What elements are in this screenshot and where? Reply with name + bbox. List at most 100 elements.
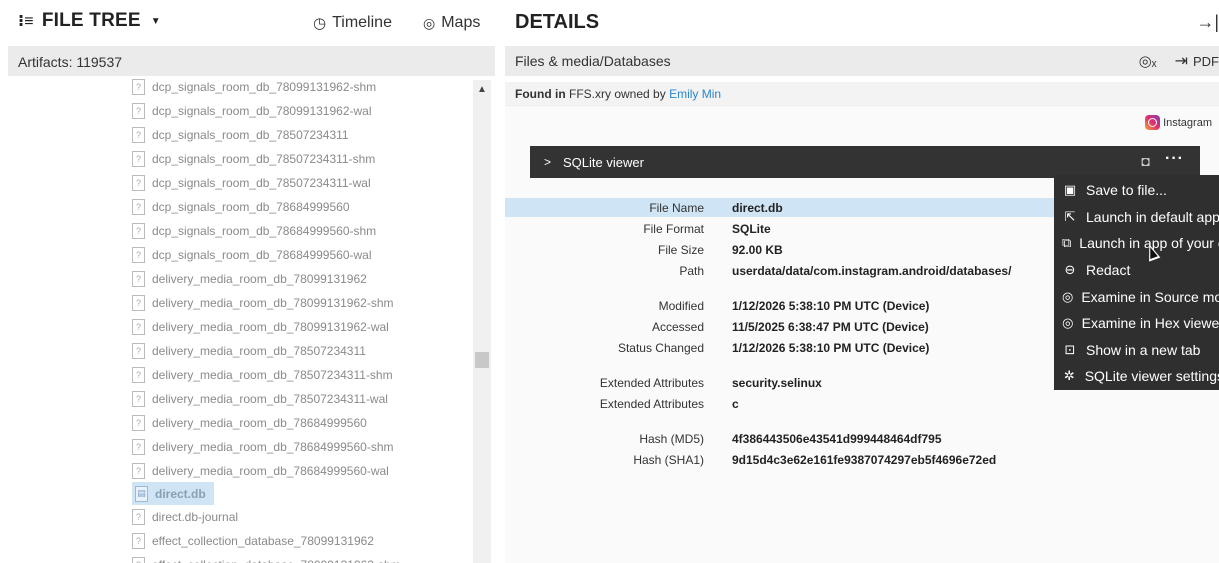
breadcrumb: Files & media/Databases ◎ₓ ⇥ PDF bbox=[505, 46, 1219, 76]
property-key: Hash (SHA1) bbox=[633, 452, 704, 467]
tree-item[interactable]: ? dcp_signals_room_db_78507234311-shm bbox=[132, 148, 375, 170]
file-unknown-icon: ? bbox=[132, 223, 145, 239]
found-in-label: Found in bbox=[515, 87, 566, 101]
property-key: File Size bbox=[657, 242, 704, 257]
tree-item[interactable]: ? delivery_media_room_db_78684999560-shm bbox=[132, 436, 394, 458]
file-unknown-icon: ? bbox=[132, 199, 145, 215]
chevron-right-icon[interactable]: > bbox=[544, 155, 551, 169]
property-key: File Format bbox=[643, 221, 704, 236]
property-value: direct.db bbox=[732, 200, 783, 215]
tree-item[interactable]: ? dcp_signals_room_db_78099131962-shm bbox=[132, 78, 376, 98]
tree-item[interactable]: ? delivery_media_room_db_78507234311-wal bbox=[132, 388, 388, 410]
property-row[interactable]: Hash (SHA1) 9d15d4c3e62e161fe9387074297eb… bbox=[505, 450, 1219, 469]
tree-item[interactable]: ?effect_collection_database_78099131962-… bbox=[132, 554, 401, 563]
owned-by-label: owned by bbox=[614, 87, 666, 101]
found-in-value: FFS.xry bbox=[569, 87, 611, 101]
tree-item[interactable]: ? dcp_signals_room_db_78684999560-wal bbox=[132, 244, 372, 266]
context-menu: ▣ Save to file... ⇱ Launch in default app … bbox=[1054, 175, 1219, 390]
pdf-label: PDF bbox=[1193, 53, 1219, 69]
artifacts-count: Artifacts: 119537 bbox=[8, 46, 495, 76]
file-unknown-icon: ? bbox=[132, 247, 145, 263]
clock-icon: ◷ bbox=[313, 15, 327, 32]
save-icon: ▣ bbox=[1063, 182, 1077, 197]
file-tree-pane: ⁝≡ FILE TREE ▼ ◷ Timeline ◎ Maps Artifac… bbox=[0, 0, 500, 563]
sqlite-viewer-title: SQLite viewer bbox=[563, 154, 644, 170]
property-value: SQLite bbox=[732, 221, 771, 236]
property-value: 1/12/2026 5:38:10 PM UTC (Device) bbox=[732, 340, 930, 355]
tree-item[interactable]: ? delivery_media_room_db_78099131962-wal bbox=[132, 316, 389, 338]
menu-item-source-mode[interactable]: ◎ Examine in Source mode bbox=[1054, 284, 1219, 310]
timeline-label: Timeline bbox=[332, 14, 392, 31]
camera-icon[interactable]: ◘ bbox=[1142, 153, 1150, 169]
breadcrumb-actions: ◎ₓ ⇥ PDF bbox=[1139, 51, 1219, 71]
menu-item-redact[interactable]: ⊖ Redact bbox=[1054, 257, 1219, 283]
menu-item-label: Redact bbox=[1086, 262, 1131, 278]
menu-item-launch-choice[interactable]: ⧉Launch in app of your choice bbox=[1054, 230, 1219, 256]
property-row[interactable]: Extended Attributes c bbox=[505, 394, 1219, 413]
file-unknown-icon: ? bbox=[132, 271, 145, 287]
tree-item[interactable]: ? dcp_signals_room_db_78684999560-shm bbox=[132, 220, 376, 242]
property-key: Path bbox=[679, 263, 704, 278]
tree-item[interactable]: ? delivery_media_room_db_78507234311-shm bbox=[132, 364, 393, 386]
tree-item[interactable]: ? direct.db-journal bbox=[132, 506, 238, 528]
file-unknown-icon: ? bbox=[132, 367, 145, 383]
export-pdf-button[interactable]: ⇥ PDF bbox=[1175, 51, 1219, 71]
menu-item-sqlite-settings[interactable]: ✲ SQLite viewer settings bbox=[1054, 363, 1219, 389]
caret-down-icon: ▼ bbox=[150, 15, 161, 27]
tree-item[interactable]: ? dcp_signals_room_db_78684999560 bbox=[132, 196, 350, 218]
found-in-bar: Found in FFS.xry owned by Emily Min bbox=[505, 82, 1219, 107]
tree-item[interactable]: ? delivery_media_room_db_78099131962 bbox=[132, 268, 367, 290]
property-row[interactable]: Hash (MD5) 4f386443506e43541d999448464df7… bbox=[505, 429, 1219, 448]
property-value: 92.00 KB bbox=[732, 242, 783, 257]
tree-item[interactable]: ? effect_collection_database_78099131962 bbox=[132, 530, 374, 552]
tree-item[interactable]: ? dcp_signals_room_db_78507234311-wal bbox=[132, 172, 371, 194]
property-key: Hash (MD5) bbox=[639, 431, 704, 446]
map-pin-icon: ◎ bbox=[423, 14, 436, 31]
file-unknown-icon: ? bbox=[132, 391, 145, 407]
file-unknown-icon: ? bbox=[132, 175, 145, 191]
file-unknown-icon: ? bbox=[132, 295, 145, 311]
hex-viewer-icon: ◎ bbox=[1062, 315, 1074, 330]
external-link-icon: ⇱ bbox=[1064, 209, 1076, 224]
database-file-icon: ▤ bbox=[135, 485, 148, 502]
maps-tab[interactable]: ◎ Maps bbox=[423, 14, 480, 32]
file-unknown-icon: ? bbox=[132, 463, 145, 479]
export-icon: ⇥ bbox=[1174, 53, 1188, 70]
menu-item-label: Save to file... bbox=[1086, 182, 1167, 198]
collapse-panel-icon[interactable]: →| bbox=[1196, 12, 1219, 33]
tree-item[interactable]: ? delivery_media_room_db_78507234311 bbox=[132, 340, 366, 362]
scrollbar-thumb[interactable] bbox=[475, 352, 489, 368]
file-unknown-icon: ? bbox=[132, 557, 145, 563]
menu-item-save-to-file[interactable]: ▣ Save to file... bbox=[1054, 177, 1219, 203]
file-tree-header: ⁝≡ FILE TREE ▼ ◷ Timeline ◎ Maps bbox=[0, 0, 500, 46]
launch-choice-icon: ⧉ bbox=[1062, 235, 1072, 250]
menu-item-new-tab[interactable]: ⊡ Show in a new tab bbox=[1054, 337, 1219, 363]
app-label: Instagram bbox=[1163, 116, 1212, 129]
property-key: Modified bbox=[658, 298, 704, 313]
tree-item[interactable]: ? dcp_signals_room_db_78507234311 bbox=[132, 124, 349, 146]
file-tree-title: FILE TREE bbox=[41, 10, 141, 31]
file-unknown-icon: ? bbox=[132, 103, 145, 119]
tree-icon: ⁝≡ bbox=[18, 13, 34, 30]
tree-item[interactable]: ? delivery_media_room_db_78099131962-shm bbox=[132, 292, 394, 314]
property-value: 4f386443506e43541d999448464df795 bbox=[732, 431, 942, 446]
tree-item-selected[interactable]: ▤ direct.db bbox=[132, 482, 214, 505]
menu-item-label: Examine in Source mode bbox=[1081, 289, 1219, 305]
file-unknown-icon: ? bbox=[132, 415, 145, 431]
timeline-tab[interactable]: ◷ Timeline bbox=[313, 14, 392, 32]
owner-link[interactable]: Emily Min bbox=[669, 87, 721, 101]
tree-scrollbar[interactable]: ▲ bbox=[473, 80, 491, 563]
tree-item[interactable]: ? delivery_media_room_db_78684999560-wal bbox=[132, 460, 389, 482]
file-tree-title-button[interactable]: ⁝≡ FILE TREE ▼ bbox=[18, 10, 161, 32]
tree-item[interactable]: ? dcp_signals_room_db_78099131962-wal bbox=[132, 100, 372, 122]
sqlite-viewer-header[interactable]: > SQLite viewer ◘ ··· bbox=[530, 146, 1200, 178]
scroll-up-icon[interactable]: ▲ bbox=[477, 84, 487, 95]
tree-item[interactable]: ? delivery_media_room_db_78684999560 bbox=[132, 412, 367, 434]
menu-item-hex-viewer[interactable]: ◎ Examine in Hex viewer bbox=[1054, 310, 1219, 336]
menu-item-label: Examine in Hex viewer bbox=[1081, 315, 1219, 331]
hex-viewer-icon[interactable]: ◎ₓ bbox=[1139, 52, 1157, 70]
file-tree-list: ? dcp_signals_room_db_78099131962-shm ? dc… bbox=[8, 78, 473, 563]
more-options-icon[interactable]: ··· bbox=[1165, 150, 1184, 168]
redact-icon: ⊖ bbox=[1064, 262, 1076, 277]
menu-item-launch-default[interactable]: ⇱ Launch in default app bbox=[1054, 204, 1219, 230]
